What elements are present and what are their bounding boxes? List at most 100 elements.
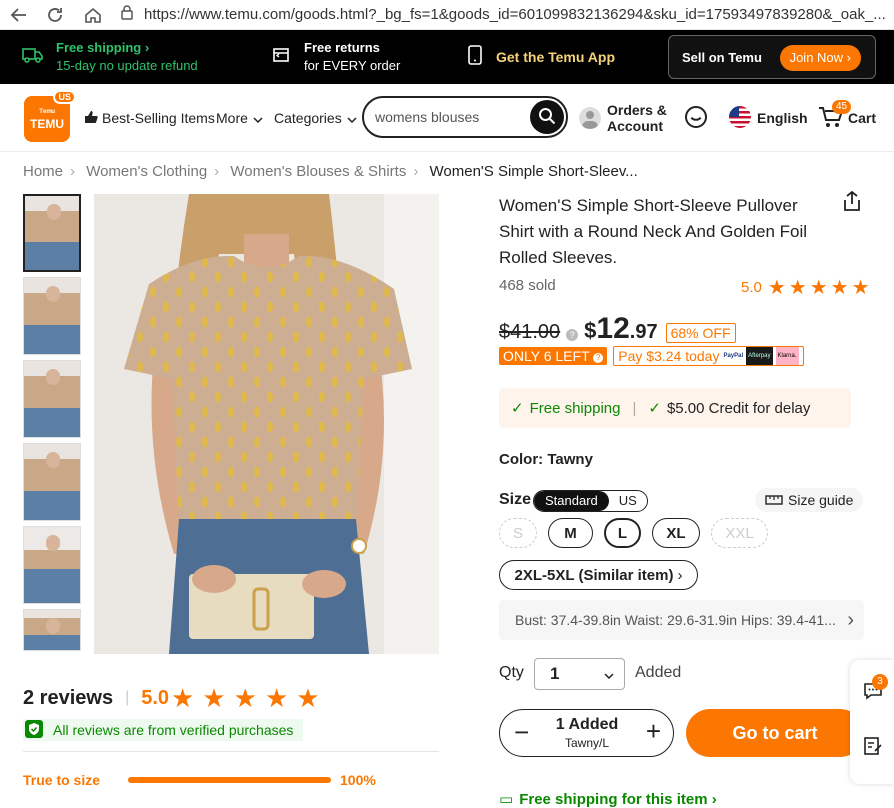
home-icon[interactable]	[78, 0, 108, 30]
ruler-icon	[765, 492, 783, 508]
plus-size-label: 2XL-5XL (Similar item)	[514, 566, 674, 584]
qty-select[interactable]: 1	[534, 658, 625, 690]
rating-stars-icon: ★★★★★	[767, 277, 873, 299]
cart-quantity-stepper: − 1 Added Tawny/L +	[499, 709, 674, 757]
free-returns-title: Free returns	[304, 40, 380, 55]
size-option-l[interactable]: L	[604, 518, 641, 548]
afterpay-logo: Afterpay	[746, 347, 773, 365]
breadcrumb-home[interactable]: Home	[23, 163, 63, 180]
fit-bar-fill	[128, 777, 331, 783]
smiley-chat-icon	[684, 105, 708, 132]
product-rating[interactable]: 5.0 ★★★★★	[741, 275, 873, 300]
truck-icon	[22, 46, 44, 69]
thumbs-up-icon	[84, 110, 98, 127]
original-price: $41.00	[499, 321, 561, 343]
share-icon[interactable]	[842, 190, 862, 217]
minus-button[interactable]: −	[514, 719, 529, 745]
plus-button[interactable]: +	[646, 718, 661, 744]
get-app-promo[interactable]: Get the Temu App	[468, 30, 615, 84]
info-icon[interactable]: ?	[566, 329, 579, 341]
chevron-down-icon	[604, 664, 614, 684]
breadcrumb-blouses-shirts[interactable]: Women's Blouses & Shirts	[230, 163, 406, 180]
chevron-right-icon: ›	[847, 608, 854, 631]
color-value: Tawny	[547, 451, 593, 468]
search-input[interactable]: womens blouses	[375, 109, 479, 125]
address-bar[interactable]: https://www.temu.com/goods.html?_bg_fs=1…	[120, 2, 894, 26]
size-label: Size	[499, 491, 532, 508]
search-button[interactable]	[530, 100, 564, 134]
added-label: Added	[635, 664, 682, 681]
main-product-image[interactable]	[94, 194, 439, 654]
thumbnail-image[interactable]	[23, 360, 81, 438]
stepper-count: 1 Added	[555, 716, 619, 733]
search-box[interactable]: womens blouses	[362, 96, 568, 138]
get-app-label: Get the Temu App	[496, 49, 615, 65]
verified-purchases-note: All reviews are from verified purchases	[23, 719, 303, 741]
qty-value: 1	[550, 664, 560, 683]
categories-menu[interactable]: Categories	[274, 84, 357, 152]
more-menu[interactable]: More	[216, 84, 263, 152]
verified-shield-icon	[25, 719, 43, 741]
temu-logo[interactable]: ᵀᵉᵐᵘ TEMU US	[24, 90, 76, 142]
size-option-m[interactable]: M	[548, 518, 593, 548]
thumbnail-image[interactable]	[23, 443, 81, 521]
credit-label: $5.00 Credit for delay	[666, 399, 811, 417]
benefit-divider: |	[632, 399, 637, 417]
reviews-count[interactable]: 2 reviews	[23, 687, 113, 710]
thumbnail-image[interactable]	[23, 194, 81, 272]
tab-us[interactable]: US	[609, 491, 647, 511]
breadcrumb: Home › Women's Clothing › Women's Blouses …	[23, 163, 638, 180]
size-option-s[interactable]: S	[499, 518, 537, 548]
logo-text: TEMU	[30, 117, 64, 131]
reload-icon[interactable]	[40, 0, 70, 30]
price-main: 12	[596, 312, 630, 345]
size-measurements[interactable]: Bust: 37.4-39.8in Waist: 29.6-31.9in Hip…	[499, 600, 864, 640]
language-selector[interactable]: English	[729, 84, 808, 152]
cart-label: Cart	[848, 110, 877, 126]
thumbnail-image[interactable]	[23, 609, 81, 651]
fit-label: True to size	[23, 772, 101, 788]
size-standard-toggle: Standard US	[533, 490, 648, 512]
color-row: Color: Tawny	[499, 451, 593, 468]
us-flag-icon	[729, 105, 751, 131]
shipping-benefits: ✓ Free shipping | ✓ $5.00 Credit for del…	[499, 388, 851, 428]
header-divider	[0, 151, 894, 152]
sell-label: Sell on Temu	[682, 49, 762, 65]
size-guide-label: Size guide	[788, 492, 854, 508]
size-option-xl[interactable]: XL	[652, 518, 700, 548]
orders-line2: Account	[607, 118, 663, 134]
phone-icon	[468, 44, 482, 70]
avatar-icon	[579, 107, 601, 129]
free-returns-promo[interactable]: Free returns for EVERY order	[272, 30, 400, 84]
floating-side-panel: 3	[850, 660, 894, 784]
check-icon: ✓	[648, 400, 661, 417]
best-selling-label: Best-Selling Items	[102, 110, 215, 126]
size-guide-button[interactable]: Size guide	[755, 488, 864, 512]
plus-size-button[interactable]: 2XL-5XL (Similar item) ›	[499, 560, 698, 590]
breadcrumb-womens-clothing[interactable]: Women's Clothing	[86, 163, 207, 180]
best-selling-link[interactable]: Best-Selling Items	[84, 84, 215, 152]
size-option-xxl[interactable]: XXL	[711, 518, 768, 548]
reviews-rating: 5.0	[141, 686, 170, 709]
go-to-cart-button[interactable]: Go to cart	[686, 709, 864, 757]
paypal-logo: PayPal	[723, 353, 744, 359]
pay-later-badge[interactable]: Pay $3.24 today PayPal Afterpay Klarna.	[613, 346, 804, 366]
klarna-logo: Klarna.	[775, 347, 799, 365]
cart-count-badge: 45	[832, 100, 852, 114]
free-shipping-promo[interactable]: Free shipping › 15-day no update refund	[22, 30, 198, 84]
back-icon[interactable]	[4, 0, 34, 30]
return-box-icon	[272, 46, 290, 69]
feedback-edit-icon[interactable]	[863, 736, 883, 761]
site-header: ᵀᵉᵐᵘ TEMU US Best-Selling Items More Cat…	[0, 84, 894, 152]
support-chat[interactable]	[684, 84, 708, 152]
join-now-button[interactable]: Join Now ›	[779, 45, 861, 71]
thumbnail-image[interactable]	[23, 277, 81, 355]
sell-on-temu-banner[interactable]: Sell on Temu Join Now ›	[668, 35, 876, 79]
messages-badge: 3	[872, 674, 888, 690]
tab-standard[interactable]: Standard	[534, 491, 609, 511]
stock-badge: ONLY 6 LEFT ?	[499, 347, 608, 365]
thumbnail-image[interactable]	[23, 526, 81, 604]
cart-button[interactable]: Cart	[818, 84, 876, 152]
free-shipping-sub: 15-day no update refund	[56, 58, 198, 73]
orders-account[interactable]: Orders & Account	[579, 84, 667, 152]
